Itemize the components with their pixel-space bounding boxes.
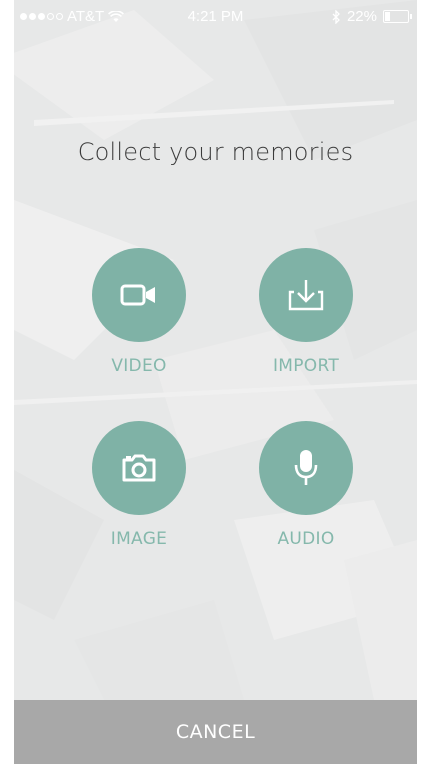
video-camera-icon	[120, 284, 155, 306]
audio-label: AUDIO	[277, 529, 335, 549]
import-tray-icon	[288, 280, 324, 311]
import-label: IMPORT	[272, 356, 340, 376]
image-button[interactable]	[92, 421, 186, 515]
page-title: Collect your memories	[77, 138, 354, 166]
audio-button[interactable]	[259, 421, 353, 515]
background-texture	[14, 0, 417, 764]
bluetooth-icon	[332, 9, 340, 24]
import-option[interactable]: IMPORT	[236, 248, 376, 376]
screen: AT&T 4:21 PM 22% Collect your memories V…	[14, 0, 417, 764]
camera-icon	[122, 454, 156, 482]
microphone-icon	[294, 450, 318, 485]
audio-option[interactable]: AUDIO	[236, 421, 376, 549]
status-bar: AT&T 4:21 PM 22%	[14, 0, 417, 32]
battery-percent: 22%	[346, 8, 377, 25]
status-right: 22%	[332, 8, 412, 25]
video-option[interactable]: VIDEO	[69, 248, 209, 376]
battery-icon	[383, 10, 412, 23]
cancel-button[interactable]: CANCEL	[14, 700, 417, 764]
video-label: VIDEO	[111, 356, 167, 376]
video-button[interactable]	[92, 248, 186, 342]
import-button[interactable]	[259, 248, 353, 342]
battery-fill	[385, 12, 390, 21]
device-frame: AT&T 4:21 PM 22% Collect your memories V…	[0, 0, 431, 764]
image-option[interactable]: IMAGE	[69, 421, 209, 549]
image-label: IMAGE	[110, 529, 168, 549]
